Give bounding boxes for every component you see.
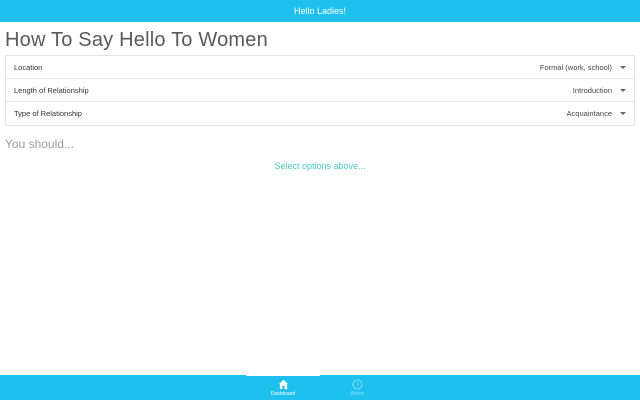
result-placeholder: Select options above... [274,161,366,171]
page-title: How To Say Hello To Women [5,29,268,51]
relationship-length-select[interactable]: Length of Relationship Introduction [6,79,634,102]
relationship-type-label: Type of Relationship [14,109,82,118]
tab-about-label: About [350,390,364,397]
home-icon [278,379,288,390]
tab-bar: Dashboard ? About [0,375,640,400]
relationship-type-select[interactable]: Type of Relationship Acquaintance [6,102,634,125]
location-label: Location [14,62,43,72]
chevron-down-icon [620,65,626,69]
relationship-type-value: Acquaintance [566,109,612,118]
app-header: Hello Ladies! [0,0,640,22]
relationship-length-value: Introduction [572,85,612,95]
info-icon: ? [351,378,363,390]
options-list: Location Formal (work, school) Length of… [5,55,635,126]
tab-about[interactable]: ? About [320,375,394,400]
location-select[interactable]: Location Formal (work, school) [6,56,634,79]
svg-text:?: ? [355,380,358,388]
location-value: Formal (work, school) [539,62,612,72]
result-heading: You should... [5,137,74,151]
app-title: Hello Ladies! [293,6,347,16]
tab-dashboard[interactable]: Dashboard [246,375,320,400]
chevron-down-icon [620,88,626,92]
chevron-down-icon [620,112,626,115]
tab-dashboard-label: Dashboard [270,391,296,397]
relationship-length-label: Length of Relationship [14,85,89,95]
